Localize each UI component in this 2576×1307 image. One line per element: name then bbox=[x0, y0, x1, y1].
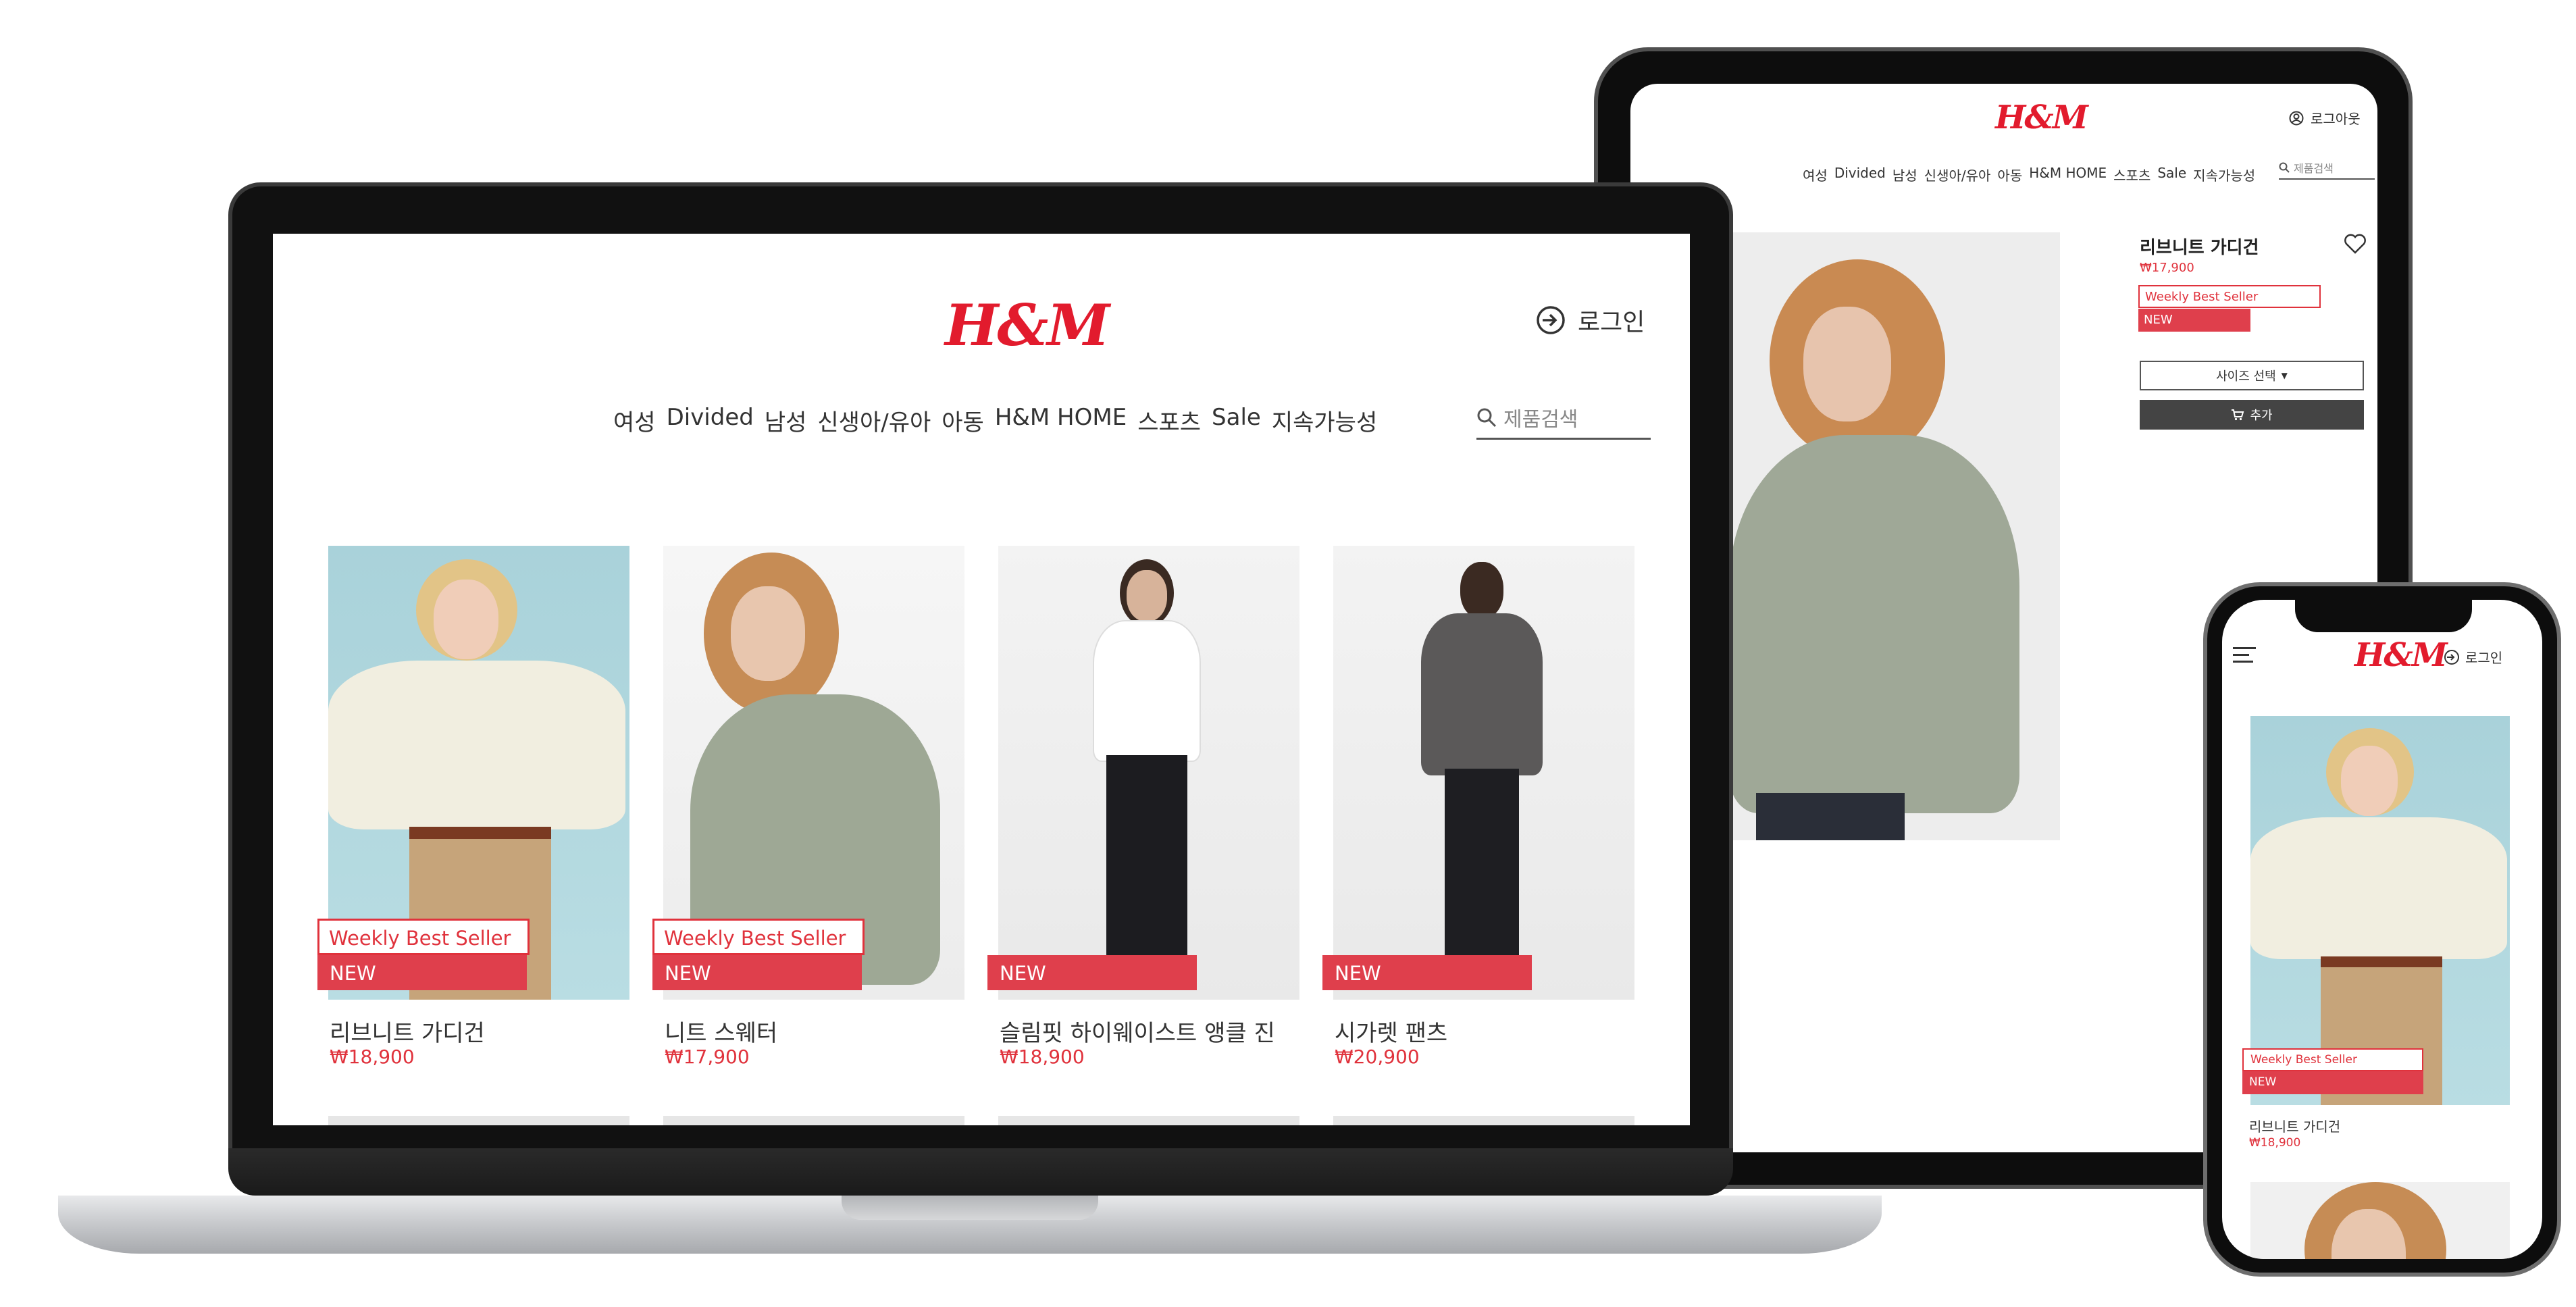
laptop-nav-sale[interactable]: Sale bbox=[1212, 404, 1261, 437]
tablet-nav-sale[interactable]: Sale bbox=[2157, 165, 2186, 184]
product-price-1: ₩18,900 bbox=[330, 1046, 415, 1068]
laptop-login-button[interactable]: 로그인 bbox=[1536, 303, 1645, 338]
laptop-nav-divided[interactable]: Divided bbox=[667, 404, 754, 437]
laptop-nav-sustainability[interactable]: 지속가능성 bbox=[1272, 404, 1377, 437]
next-row-image-1 bbox=[328, 1116, 629, 1125]
tablet-logout-button[interactable]: 로그아웃 bbox=[2289, 108, 2361, 128]
product-image-3 bbox=[998, 546, 1299, 1000]
laptop-nav-kids[interactable]: 아동 bbox=[942, 404, 984, 437]
tablet-nav-divided[interactable]: Divided bbox=[1834, 165, 1886, 184]
product-price-3: ₩18,900 bbox=[1000, 1046, 1085, 1068]
phone-logo[interactable]: H&M bbox=[2354, 636, 2448, 674]
tablet-product-price: ₩17,900 bbox=[2140, 261, 2194, 275]
product-name-4[interactable]: 시가렛 팬츠 bbox=[1335, 1015, 1447, 1048]
product-image-4 bbox=[1333, 546, 1634, 1000]
laptop-logo[interactable]: H&M bbox=[945, 292, 1110, 359]
laptop-search-placeholder: 제품검색 bbox=[1503, 408, 1578, 432]
laptop-nav-women[interactable]: 여성 bbox=[613, 404, 656, 437]
phone-product-name[interactable]: 리브니트 가디건 bbox=[2249, 1116, 2340, 1135]
next-row-image-4 bbox=[1333, 1116, 1634, 1125]
laptop-hinge-notch bbox=[842, 1196, 1098, 1220]
tablet-weekly-tag: Weekly Best Seller bbox=[2138, 285, 2321, 308]
tablet-product-name: 리브니트 가디건 bbox=[2140, 238, 2259, 258]
tablet-nav-baby[interactable]: 신생아/유아 bbox=[1924, 165, 1991, 184]
laptop-nav-sports[interactable]: 스포츠 bbox=[1137, 404, 1201, 437]
next-row-image-3 bbox=[998, 1116, 1299, 1125]
tablet-add-to-cart-button[interactable]: 추가 bbox=[2140, 400, 2364, 430]
tablet-nav-sustainability[interactable]: 지속가능성 bbox=[2193, 165, 2255, 184]
new-tag-2: NEW bbox=[652, 955, 862, 990]
login-icon bbox=[1537, 306, 1565, 334]
laptop-login-label: 로그인 bbox=[1578, 309, 1645, 336]
new-tag-4: NEW bbox=[1322, 955, 1532, 990]
search-icon bbox=[1477, 408, 1497, 428]
hamburger-menu-icon[interactable] bbox=[2233, 647, 2256, 663]
laptop-search[interactable]: 제품검색 bbox=[1476, 403, 1651, 440]
phone-new-tag: NEW bbox=[2242, 1071, 2423, 1094]
phone-next-product-image bbox=[2250, 1182, 2510, 1259]
phone-product-price: ₩18,900 bbox=[2249, 1136, 2301, 1150]
tablet-search-placeholder: 제품검색 bbox=[2294, 162, 2334, 175]
laptop-nav-home[interactable]: H&M HOME bbox=[995, 404, 1127, 437]
product-name-1[interactable]: 리브니트 가디건 bbox=[330, 1015, 485, 1048]
product-name-2[interactable]: 니트 스웨터 bbox=[665, 1015, 777, 1048]
new-tag-1: NEW bbox=[317, 955, 527, 990]
tablet-logout-label: 로그아웃 bbox=[2311, 111, 2361, 127]
tablet-add-label: 추가 bbox=[2250, 409, 2273, 423]
phone-product-image bbox=[2250, 716, 2510, 1105]
weekly-best-seller-tag-2: Weekly Best Seller bbox=[652, 919, 865, 955]
next-row-image-2 bbox=[663, 1116, 964, 1125]
tablet-size-select[interactable]: 사이즈 선택 ▼ bbox=[2140, 361, 2364, 390]
tablet-nav-kids[interactable]: 아동 bbox=[1997, 165, 2022, 184]
laptop-screen: H&M 로그인 여성 Divided 남성 신생아/유아 아동 H&M HOME… bbox=[273, 234, 1690, 1125]
weekly-best-seller-tag-1: Weekly Best Seller bbox=[317, 919, 530, 955]
product-price-4: ₩20,900 bbox=[1335, 1046, 1420, 1068]
tablet-product-image bbox=[1729, 232, 2060, 840]
login-icon bbox=[2444, 649, 2459, 665]
tablet-new-tag: NEW bbox=[2138, 309, 2250, 332]
laptop-nav: 여성 Divided 남성 신생아/유아 아동 H&M HOME 스포츠 Sal… bbox=[613, 404, 1377, 437]
phone-notch bbox=[2295, 597, 2472, 632]
tablet-size-select-label: 사이즈 선택 bbox=[2216, 369, 2276, 384]
tablet-logo[interactable]: H&M bbox=[1995, 99, 2088, 136]
heart-icon[interactable] bbox=[2344, 234, 2367, 254]
tablet-search[interactable]: 제품검색 bbox=[2279, 159, 2375, 180]
tablet-nav-home[interactable]: H&M HOME bbox=[2029, 165, 2107, 184]
new-tag-3: NEW bbox=[987, 955, 1197, 990]
cart-icon bbox=[2232, 409, 2244, 421]
phone-screen: H&M 로그인 Weekly Best Seller NEW 리브니트 가디건 … bbox=[2222, 600, 2542, 1259]
phone-weekly-tag: Weekly Best Seller bbox=[2242, 1048, 2423, 1071]
phone-login-label: 로그인 bbox=[2465, 650, 2503, 666]
caret-down-icon: ▼ bbox=[2281, 371, 2288, 380]
product-price-2: ₩17,900 bbox=[665, 1046, 750, 1068]
phone-login-button[interactable]: 로그인 bbox=[2444, 647, 2502, 667]
laptop-chin bbox=[228, 1148, 1733, 1196]
laptop-nav-men[interactable]: 남성 bbox=[765, 404, 807, 437]
user-icon bbox=[2289, 111, 2304, 125]
tablet-nav-women[interactable]: 여성 bbox=[1803, 165, 1828, 184]
laptop-nav-baby[interactable]: 신생아/유아 bbox=[817, 404, 931, 437]
product-name-3[interactable]: 슬림핏 하이웨이스트 앵클 진 bbox=[1000, 1015, 1275, 1048]
tablet-nav-sports[interactable]: 스포츠 bbox=[2113, 165, 2150, 184]
tablet-nav: 여성 Divided 남성 신생아/유아 아동 H&M HOME 스포츠 Sal… bbox=[1803, 165, 2255, 184]
search-icon bbox=[2279, 162, 2290, 173]
tablet-nav-men[interactable]: 남성 bbox=[1892, 165, 1917, 184]
